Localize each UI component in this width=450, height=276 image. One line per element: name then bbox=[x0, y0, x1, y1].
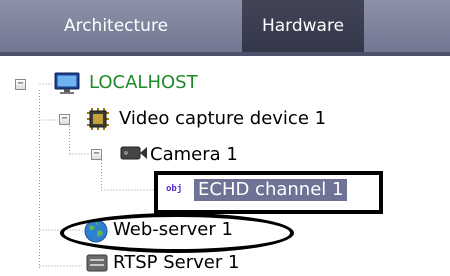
expander-video-capture-device[interactable]: − bbox=[59, 114, 70, 125]
tree-item-video-capture-device[interactable]: Video capture device 1 bbox=[119, 108, 326, 130]
expander-localhost[interactable]: − bbox=[15, 79, 26, 90]
highlight-rectangle bbox=[154, 171, 383, 214]
tree-item-camera[interactable]: Camera 1 bbox=[150, 144, 238, 166]
highlight-ellipse bbox=[60, 213, 294, 253]
tree-item-rtsp-server[interactable]: RTSP Server 1 bbox=[113, 252, 239, 274]
expander-camera[interactable]: − bbox=[91, 149, 102, 160]
camera-icon bbox=[120, 144, 148, 166]
monitor-icon bbox=[54, 72, 80, 98]
chip-icon bbox=[86, 107, 110, 135]
tree-item-localhost[interactable]: LOCALHOST bbox=[89, 72, 198, 94]
server-icon bbox=[86, 254, 108, 276]
